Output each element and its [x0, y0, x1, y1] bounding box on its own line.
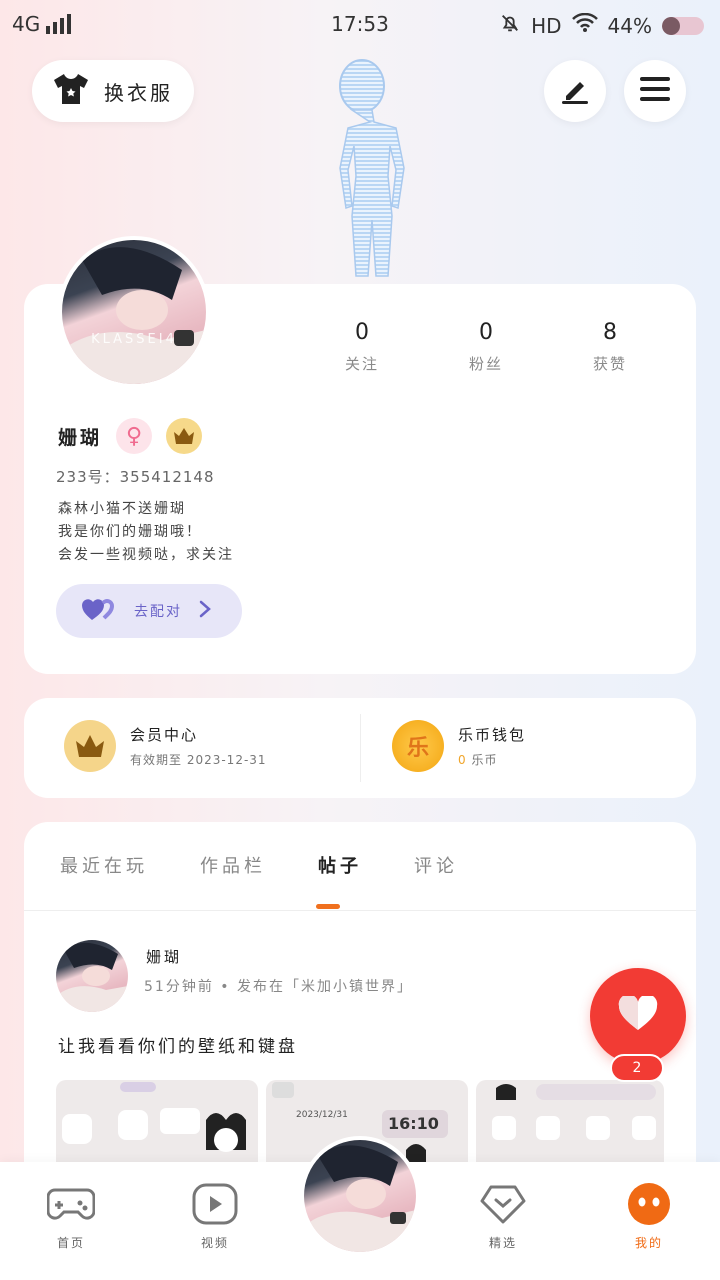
- battery-icon: [662, 16, 704, 35]
- center-avatar-image: [304, 1140, 416, 1252]
- hologram-avatar[interactable]: [296, 48, 426, 284]
- name-row: 姗瑚 ♀: [58, 418, 203, 454]
- tab-posts[interactable]: 帖子: [318, 852, 362, 878]
- post-meta[interactable]: 51分钟前 • 发布在「米加小镇世界」: [144, 976, 413, 996]
- hd-indicator: HD: [531, 13, 562, 38]
- likes-count: 8: [603, 320, 617, 345]
- likes-label: 获赞: [592, 355, 627, 373]
- tab-comments[interactable]: 评论: [414, 852, 458, 878]
- post-author-avatar[interactable]: [56, 940, 128, 1012]
- following-label: 关注: [344, 355, 379, 373]
- username: 姗瑚: [58, 426, 103, 449]
- nav-center-avatar[interactable]: [300, 1136, 420, 1256]
- status-right: HD 44%: [499, 12, 704, 39]
- tab-recent-play[interactable]: 最近在玩: [60, 852, 148, 878]
- nav-home-label: 首页: [56, 1236, 85, 1250]
- post-text[interactable]: 让我看看你们的壁纸和键盘: [58, 1032, 298, 1057]
- nav-featured-label: 精选: [488, 1236, 517, 1250]
- bio: 森林小猫不送姗瑚 我是你们的姗瑚哦！ 会发一些视频哒，求关注: [58, 498, 234, 567]
- stat-following[interactable]: 0 关注: [300, 320, 424, 374]
- followers-count: 0: [479, 320, 493, 345]
- like-button[interactable]: [590, 968, 686, 1064]
- status-bar: 4G 17:53 HD 44%: [0, 0, 720, 48]
- battery-percent: 44%: [607, 13, 652, 38]
- member-center-title: 会员中心: [130, 726, 199, 744]
- bio-line: 我是你们的姗瑚哦！: [58, 524, 202, 540]
- wallet-amount: 0: [458, 753, 467, 767]
- gamepad-icon: [46, 1182, 96, 1226]
- like-count-badge: 2: [610, 1054, 664, 1082]
- bio-line: 会发一些视频哒，求关注: [58, 547, 234, 563]
- tab-divider: [24, 910, 696, 911]
- coin-wallet[interactable]: 乐 乐币钱包 0 乐币: [392, 720, 526, 772]
- crown-icon[interactable]: [166, 418, 203, 454]
- crown-icon: [64, 720, 116, 772]
- image-time: 16:10: [388, 1114, 439, 1133]
- nav-me-label: 我的: [634, 1236, 663, 1250]
- face-icon: [624, 1182, 674, 1226]
- user-id: 233号：355412148: [56, 468, 215, 486]
- nav-home[interactable]: 首页: [16, 1182, 126, 1251]
- nav-video-label: 视频: [200, 1236, 229, 1250]
- go-pair-label: 去配对: [134, 604, 182, 620]
- post-author-name[interactable]: 姗瑚: [146, 946, 182, 967]
- play-icon: [190, 1182, 240, 1226]
- wifi-icon: [571, 12, 598, 38]
- stat-followers[interactable]: 0 粉丝: [424, 320, 548, 374]
- go-pair-button[interactable]: 去配对: [56, 584, 242, 638]
- image-date: 2023/12/31: [296, 1110, 348, 1120]
- battery-fill: [662, 16, 681, 35]
- edit-profile-button[interactable]: [544, 60, 606, 122]
- wallet-balance: 0 乐币: [458, 751, 526, 768]
- member-center[interactable]: 会员中心 有效期至 2023-12-31: [64, 720, 267, 772]
- following-count: 0: [355, 320, 369, 345]
- profile-stats: 0 关注 0 粉丝 8 获赞: [300, 320, 672, 374]
- avatar-watermark: KLASSEI4: [91, 331, 177, 347]
- hamburger-icon: [639, 75, 671, 107]
- mute-bell-icon: [499, 12, 521, 39]
- female-icon: ♀: [116, 418, 153, 454]
- chevron-right-icon: [198, 600, 212, 622]
- member-expiry: 有效期至 2023-12-31: [130, 753, 267, 767]
- pen-icon: [558, 72, 592, 110]
- wallet-title: 乐币钱包: [458, 726, 527, 744]
- content-tabs: 最近在玩 作品栏 帖子 评论: [60, 852, 458, 878]
- heart-gem-icon: [478, 1182, 528, 1226]
- nav-video[interactable]: 视频: [160, 1182, 270, 1251]
- double-heart-icon: [82, 596, 118, 626]
- followers-label: 粉丝: [468, 355, 503, 373]
- coin-glyph: 乐: [406, 736, 429, 761]
- divider: [360, 714, 361, 782]
- profile-avatar[interactable]: KLASSEI4: [58, 236, 210, 388]
- heart-icon: [618, 994, 658, 1036]
- active-tab-indicator: [316, 904, 340, 909]
- nav-me[interactable]: 我的: [594, 1182, 704, 1251]
- nav-featured[interactable]: 精选: [448, 1182, 558, 1251]
- wallet-unit: 乐币: [471, 753, 498, 767]
- coin-icon: 乐: [392, 720, 444, 772]
- stat-likes[interactable]: 8 获赞: [548, 320, 672, 374]
- tshirt-icon: [52, 72, 90, 111]
- vip-wallet-card: 会员中心 有效期至 2023-12-31 乐 乐币钱包 0 乐币: [24, 698, 696, 798]
- menu-button[interactable]: [624, 60, 686, 122]
- change-outfit-label: 换衣服: [104, 80, 173, 105]
- change-outfit-button[interactable]: 换衣服: [32, 60, 194, 122]
- bio-line: 森林小猫不送姗瑚: [58, 501, 186, 517]
- tab-works[interactable]: 作品栏: [200, 852, 266, 878]
